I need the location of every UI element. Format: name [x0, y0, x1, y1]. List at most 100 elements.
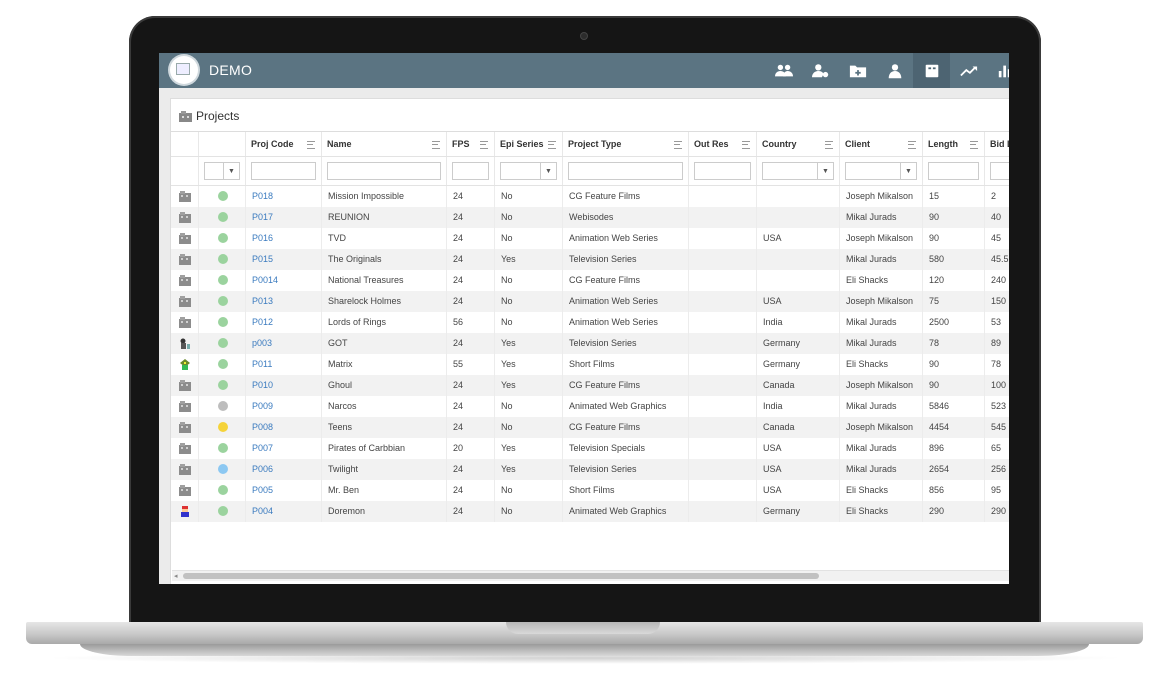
filter-input[interactable] — [251, 162, 316, 180]
projects-icon[interactable] — [913, 53, 950, 88]
table-row[interactable]: P006 Twilight 24 Yes Television Series USA Mik… — [171, 459, 1009, 480]
filter-select[interactable]: ▼ — [500, 162, 557, 180]
table-row[interactable]: P0014 National Treasures 24 No CG Feature Fi… — [171, 270, 1009, 291]
filter-input[interactable] — [694, 162, 751, 180]
table-row[interactable]: P004 Doremon 24 No Animated Web Graphics Germ… — [171, 501, 1009, 522]
trend-icon[interactable] — [950, 53, 987, 88]
dropdown-arrow-icon[interactable]: ▼ — [817, 163, 833, 179]
filter-input[interactable] — [452, 162, 489, 180]
filter-select[interactable]: ▼ — [845, 162, 917, 180]
filter-select[interactable]: ▼ — [204, 162, 240, 180]
column-menu-icon[interactable] — [970, 141, 978, 149]
column-menu-icon[interactable] — [674, 141, 682, 149]
dropdown-arrow-icon[interactable]: ▼ — [900, 163, 916, 179]
filter-cell — [447, 157, 495, 185]
column-menu-icon[interactable] — [742, 141, 750, 149]
cell-project-type: Short Films — [563, 480, 689, 501]
logo[interactable] — [170, 56, 198, 84]
cell-project-type: Short Films — [563, 354, 689, 375]
cell-proj-code[interactable]: P018 — [246, 186, 322, 207]
filter-input[interactable] — [327, 162, 441, 180]
panel-title-text: Projects — [196, 109, 240, 123]
user-icon[interactable] — [876, 53, 913, 88]
column-menu-icon[interactable] — [908, 141, 916, 149]
cell-proj-code[interactable]: P009 — [246, 396, 322, 417]
status-cell — [199, 375, 246, 396]
header-label: Client — [845, 139, 871, 149]
cell-proj-code[interactable]: p003 — [246, 333, 322, 354]
cell-proj-code[interactable]: P0014 — [246, 270, 322, 291]
filter-input[interactable] — [928, 162, 979, 180]
table-row[interactable]: P012 Lords of Rings 56 No Animation Web Seri… — [171, 312, 1009, 333]
header-name[interactable]: Name — [322, 132, 447, 156]
cell-length: 896 — [923, 438, 985, 459]
header-fps[interactable]: FPS — [447, 132, 495, 156]
status-dot — [218, 506, 228, 516]
header-bid[interactable]: Bid L — [985, 132, 1009, 156]
cell-proj-code[interactable]: P016 — [246, 228, 322, 249]
cell-client: Joseph Mikalson — [840, 417, 923, 438]
header-country[interactable]: Country — [757, 132, 840, 156]
cell-proj-code[interactable]: P015 — [246, 249, 322, 270]
row-icon-cell — [171, 354, 199, 375]
header-proj-code[interactable]: Proj Code — [246, 132, 322, 156]
table-row[interactable]: P007 Pirates of Carbbian 20 Yes Television S… — [171, 438, 1009, 459]
cell-proj-code[interactable]: P006 — [246, 459, 322, 480]
filter-input[interactable] — [568, 162, 683, 180]
dropdown-arrow-icon[interactable]: ▼ — [540, 163, 556, 179]
broken-image-icon — [176, 63, 190, 75]
table-row[interactable]: P011 Matrix 55 Yes Short Films Germany Eli Sha… — [171, 354, 1009, 375]
cell-proj-code[interactable]: P004 — [246, 501, 322, 522]
table-row[interactable]: P017 REUNION 24 No Webisodes Mikal Jurads 90 40 — [171, 207, 1009, 228]
header-label: Epi Series — [500, 139, 544, 149]
scrollbar-thumb[interactable] — [183, 573, 819, 579]
cell-proj-code[interactable]: P011 — [246, 354, 322, 375]
status-dot — [218, 254, 228, 264]
users-icon[interactable] — [765, 53, 802, 88]
table-row[interactable]: P016 TVD 24 No Animation Web Series USA Joseph… — [171, 228, 1009, 249]
table-row[interactable]: P010 Ghoul 24 Yes CG Feature Films Canada Jose… — [171, 375, 1009, 396]
cell-proj-code[interactable]: P013 — [246, 291, 322, 312]
table-row[interactable]: P009 Narcos 24 No Animated Web Graphics India… — [171, 396, 1009, 417]
user-settings-icon[interactable] — [802, 53, 839, 88]
cell-proj-code[interactable]: P010 — [246, 375, 322, 396]
header-project-type[interactable]: Project Type — [563, 132, 689, 156]
status-dot — [218, 485, 228, 495]
scroll-left-icon[interactable]: ◂ — [174, 572, 178, 580]
cell-proj-code[interactable]: P008 — [246, 417, 322, 438]
cell-proj-code[interactable]: P012 — [246, 312, 322, 333]
cell-proj-code[interactable]: P005 — [246, 480, 322, 501]
dropdown-arrow-icon[interactable]: ▼ — [223, 163, 239, 179]
table-row[interactable]: P008 Teens 24 No CG Feature Films Canada Josep… — [171, 417, 1009, 438]
cell-proj-code[interactable]: P007 — [246, 438, 322, 459]
header-client[interactable]: Client — [840, 132, 923, 156]
cell-proj-code[interactable]: P017 — [246, 207, 322, 228]
cell-project-type: Animation Web Series — [563, 228, 689, 249]
sprite-icon — [180, 359, 190, 370]
table-row[interactable]: p003 GOT 24 Yes Television Series Germany Mika… — [171, 333, 1009, 354]
table-row[interactable]: P015 The Originals 24 Yes Television Series M… — [171, 249, 1009, 270]
row-icon-cell — [171, 333, 199, 354]
filter-select[interactable]: ▼ — [762, 162, 834, 180]
column-menu-icon[interactable] — [548, 141, 556, 149]
column-menu-icon[interactable] — [825, 141, 833, 149]
cell-client: Joseph Mikalson — [840, 186, 923, 207]
status-cell — [199, 480, 246, 501]
filter-input[interactable] — [990, 162, 1009, 180]
column-menu-icon[interactable] — [480, 141, 488, 149]
header-length[interactable]: Length — [923, 132, 985, 156]
header-out-res[interactable]: Out Res — [689, 132, 757, 156]
cell-client: Joseph Mikalson — [840, 228, 923, 249]
cell-fps: 24 — [447, 186, 495, 207]
column-menu-icon[interactable] — [307, 141, 315, 149]
header-epi-series[interactable]: Epi Series — [495, 132, 563, 156]
filter-cell — [985, 157, 1009, 185]
table-row[interactable]: P005 Mr. Ben 24 No Short Films USA Eli Shacks 8… — [171, 480, 1009, 501]
cell-client: Eli Shacks — [840, 501, 923, 522]
bar-chart-icon[interactable] — [987, 53, 1009, 88]
column-menu-icon[interactable] — [432, 141, 440, 149]
table-row[interactable]: P013 Sharelock Holmes 24 No Animation Web Se… — [171, 291, 1009, 312]
add-folder-icon[interactable] — [839, 53, 876, 88]
table-row[interactable]: P018 Mission Impossible 24 No CG Feature Fil… — [171, 186, 1009, 207]
horizontal-scrollbar[interactable]: ◂ — [172, 570, 1009, 581]
